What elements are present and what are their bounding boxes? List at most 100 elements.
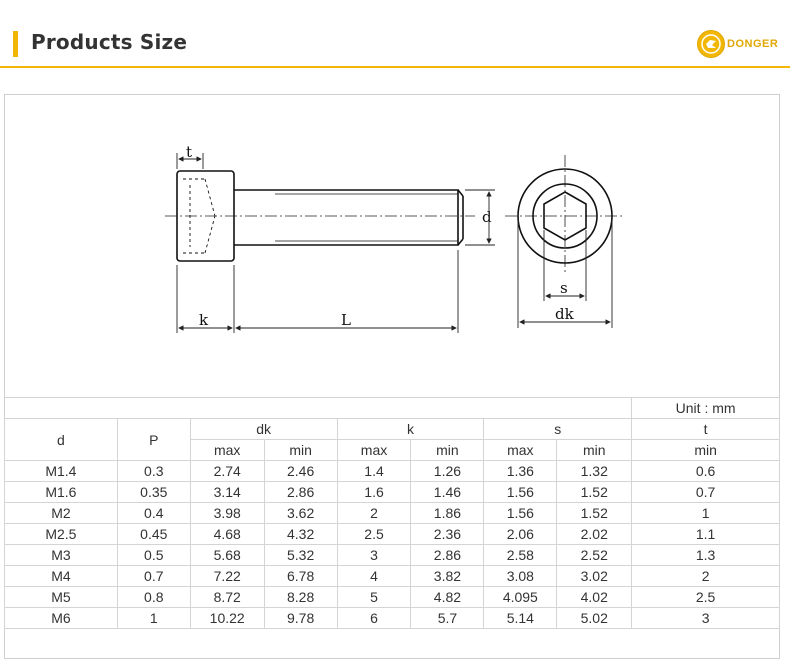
table-cell: 6.78 <box>263 565 338 587</box>
table-cell: 9.78 <box>263 607 338 629</box>
dim-label-s: s <box>560 279 568 297</box>
table-row: M4 0.7 7.22 6.78 4 3.82 3.08 3.02 2 <box>4 565 780 587</box>
page-title: Products Size <box>31 30 188 54</box>
table-cell: 4.32 <box>263 523 338 545</box>
table-cell: 3 <box>631 607 780 629</box>
table-cell: 2.5 <box>631 586 780 608</box>
table-cell: 2.06 <box>483 523 558 545</box>
table-cell: 4.82 <box>410 586 485 608</box>
table-cell: 1.3 <box>631 544 780 566</box>
table-cell: 5.68 <box>189 544 265 566</box>
subheader-s-max: max <box>483 439 558 461</box>
table-cell: 1.86 <box>410 502 485 524</box>
table-cell: 2.02 <box>556 523 633 545</box>
table-cell: 3.62 <box>263 502 338 524</box>
table-cell: M2 <box>4 502 118 524</box>
header-divider <box>0 66 790 68</box>
table-cell: 1.26 <box>410 460 485 482</box>
table-row: M2.5 0.45 4.68 4.32 2.5 2.36 2.06 2.02 1.1 <box>4 523 780 545</box>
table-cell: 3 <box>336 544 412 566</box>
col-header-k: k <box>336 418 485 440</box>
table-cell: 1.32 <box>556 460 633 482</box>
donger-logo-icon <box>697 30 725 58</box>
table-cell: 2 <box>631 565 780 587</box>
table-cell: 5.7 <box>410 607 485 629</box>
table-cell: 2.74 <box>189 460 265 482</box>
table-cell: 3.98 <box>189 502 265 524</box>
table-cell: 0.7 <box>116 565 191 587</box>
table-cell: 5.14 <box>483 607 558 629</box>
subheader-dk-min: min <box>263 439 338 461</box>
table-cell: 1 <box>116 607 191 629</box>
table-cell: 1.56 <box>483 481 558 503</box>
dim-label-L: L <box>341 311 351 329</box>
header-row-1: d P dk k s t <box>4 418 780 461</box>
table-cell: 3.82 <box>410 565 485 587</box>
unit-label: Unit : mm <box>631 397 780 419</box>
table-cell: 0.4 <box>116 502 191 524</box>
dim-label-d: d <box>482 208 492 226</box>
table-cell: 1.6 <box>336 481 412 503</box>
table-cell: M5 <box>4 586 118 608</box>
table-cell: M3 <box>4 544 118 566</box>
section-header: Products Size DONGER <box>0 0 790 68</box>
subheader-k-min: min <box>410 439 485 461</box>
logo-wordmark: DONGER <box>727 38 779 50</box>
subheader-dk-max: max <box>189 439 265 461</box>
table-cell: 2.5 <box>336 523 412 545</box>
table-cell: 1.56 <box>483 502 558 524</box>
table-cell: 1.4 <box>336 460 412 482</box>
table-cell: M4 <box>4 565 118 587</box>
table-cell: 4 <box>336 565 412 587</box>
table-cell: 1.52 <box>556 481 633 503</box>
table-cell: 8.72 <box>189 586 265 608</box>
screw-technical-drawing: t k L d s dk <box>165 143 623 333</box>
table-cell: 2.52 <box>556 544 633 566</box>
table-cell: 0.6 <box>631 460 780 482</box>
table-cell: 1.1 <box>631 523 780 545</box>
dim-label-t: t <box>186 143 192 161</box>
dim-label-dk: dk <box>555 305 575 323</box>
table-cell: 3.08 <box>483 565 558 587</box>
table-cell: 7.22 <box>189 565 265 587</box>
table-cell: 0.5 <box>116 544 191 566</box>
col-header-d: d <box>4 418 118 461</box>
subheader-t-min: min <box>631 439 780 461</box>
table-cell: 1 <box>631 502 780 524</box>
table-cell: 0.8 <box>116 586 191 608</box>
subheader-s-min: min <box>556 439 633 461</box>
table-cell: 3.14 <box>189 481 265 503</box>
table-cell: 0.45 <box>116 523 191 545</box>
table-cell: 2.46 <box>263 460 338 482</box>
table-cell: 2.86 <box>263 481 338 503</box>
table-cell: 4.02 <box>556 586 633 608</box>
size-spec-table: Unit : mm d P dk k s t max min max min m… <box>4 397 780 629</box>
table-cell: 5.32 <box>263 544 338 566</box>
table-cell: 0.3 <box>116 460 191 482</box>
table-cell: 5.02 <box>556 607 633 629</box>
table-cell: 5 <box>336 586 412 608</box>
table-row: M3 0.5 5.68 5.32 3 2.86 2.58 2.52 1.3 <box>4 544 780 566</box>
table-cell: 1.46 <box>410 481 485 503</box>
table-row: M6 1 10.22 9.78 6 5.7 5.14 5.02 3 <box>4 607 780 629</box>
table-cell: 0.7 <box>631 481 780 503</box>
table-cell: 8.28 <box>263 586 338 608</box>
table-cell: 4.68 <box>189 523 265 545</box>
table-cell: M6 <box>4 607 118 629</box>
table-cell: 3.02 <box>556 565 633 587</box>
table-cell: 2.36 <box>410 523 485 545</box>
table-cell: M1.6 <box>4 481 118 503</box>
table-cell: 2.86 <box>410 544 485 566</box>
table-row: M1.6 0.35 3.14 2.86 1.6 1.46 1.56 1.52 0.7 <box>4 481 780 503</box>
dim-label-k: k <box>199 311 209 329</box>
table-cell: 1.52 <box>556 502 633 524</box>
table-cell: M1.4 <box>4 460 118 482</box>
subheader-k-max: max <box>336 439 412 461</box>
table-cell: 1.36 <box>483 460 558 482</box>
table-cell: 6 <box>336 607 412 629</box>
table-row: M2 0.4 3.98 3.62 2 1.86 1.56 1.52 1 <box>4 502 780 524</box>
table-row: M1.4 0.3 2.74 2.46 1.4 1.26 1.36 1.32 0.6 <box>4 460 780 482</box>
unit-row: Unit : mm <box>4 397 780 419</box>
table-row: M5 0.8 8.72 8.28 5 4.82 4.095 4.02 2.5 <box>4 586 780 608</box>
table-cell: 4.095 <box>483 586 558 608</box>
